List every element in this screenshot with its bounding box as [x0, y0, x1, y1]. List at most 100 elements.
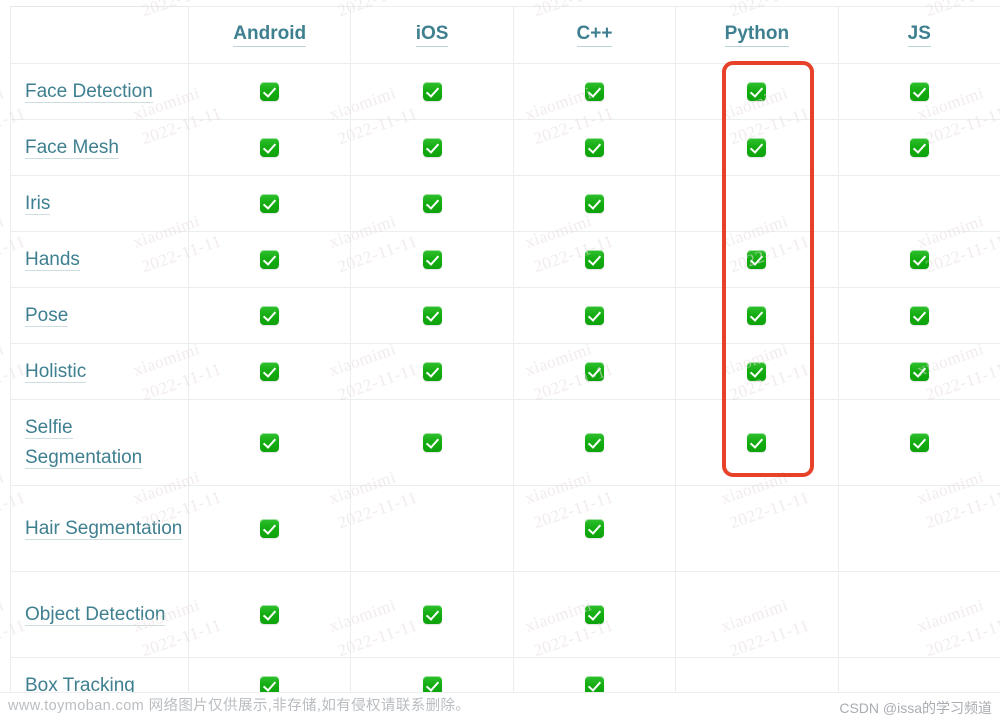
- support-cell-ios: [350, 287, 514, 344]
- table-row: Selfie Segmentation: [10, 399, 1000, 486]
- check-mark-icon: [584, 194, 604, 213]
- row-label-cell[interactable]: Selfie Segmentation: [10, 399, 189, 486]
- row-label-link[interactable]: Pose: [25, 304, 69, 327]
- header-cell-python[interactable]: Python: [675, 6, 839, 64]
- row-label-link[interactable]: Hair Segmentation: [25, 517, 183, 540]
- row-label-cell[interactable]: Hair Segmentation: [10, 485, 189, 572]
- support-cell-cpp: [512, 287, 677, 344]
- support-cell-js: [837, 343, 1000, 400]
- check-mark-icon: [260, 250, 280, 269]
- check-mark-icon: [260, 194, 280, 213]
- check-mark-icon: [747, 250, 767, 269]
- header-label-cpp: C++: [576, 23, 613, 47]
- check-mark-icon: [584, 605, 604, 624]
- row-label-cell[interactable]: Object Detection: [10, 571, 189, 658]
- support-cell-ios: [350, 231, 514, 288]
- table-row: Face Mesh: [10, 119, 1000, 176]
- check-mark-icon: [422, 250, 442, 269]
- header-cell-blank: [10, 6, 189, 64]
- check-mark-icon: [260, 433, 280, 452]
- row-label-cell[interactable]: Pose: [10, 287, 189, 344]
- row-label-link[interactable]: Face Mesh: [25, 136, 119, 159]
- row-label-link[interactable]: Object Detection: [25, 603, 166, 626]
- support-cell-js: [837, 231, 1000, 288]
- check-mark-icon: [747, 433, 767, 452]
- table-row: Pose: [10, 287, 1000, 344]
- row-label-cell[interactable]: Face Mesh: [10, 119, 189, 176]
- header-label-python: Python: [724, 23, 790, 47]
- header-label-ios: iOS: [415, 23, 449, 47]
- check-mark-icon: [584, 138, 604, 157]
- table-body: Face Detection Face Mesh Iris Hands Pose Holi…: [10, 63, 1000, 714]
- support-cell-cpp: [512, 399, 677, 486]
- support-cell-python: [675, 287, 839, 344]
- check-mark-icon: [584, 306, 604, 325]
- support-cell-ios: [350, 119, 514, 176]
- support-cell-android: [187, 287, 352, 344]
- support-cell-js: [837, 175, 1000, 232]
- check-mark-icon: [422, 138, 442, 157]
- support-cell-ios: [350, 571, 514, 658]
- check-mark-icon: [584, 362, 604, 381]
- support-cell-python: [675, 63, 839, 120]
- check-mark-icon: [909, 433, 929, 452]
- check-mark-icon: [909, 82, 929, 101]
- row-label-cell[interactable]: Face Detection: [10, 63, 189, 120]
- support-cell-python: [675, 399, 839, 486]
- table-row: Face Detection: [10, 63, 1000, 120]
- check-mark-icon: [422, 362, 442, 381]
- header-cell-android[interactable]: Android: [187, 6, 352, 64]
- support-cell-js: [837, 287, 1000, 344]
- support-cell-android: [187, 231, 352, 288]
- check-mark-icon: [422, 306, 442, 325]
- row-label-cell[interactable]: Hands: [10, 231, 189, 288]
- check-mark-icon: [260, 605, 280, 624]
- header-label-android: Android: [233, 23, 307, 47]
- table-header: Android iOS C++ Python JS: [10, 6, 1000, 64]
- check-mark-icon: [260, 519, 280, 538]
- row-label-link[interactable]: Hands: [25, 248, 80, 271]
- header-row: Android iOS C++ Python JS: [10, 6, 1000, 64]
- support-cell-android: [187, 399, 352, 486]
- header-cell-ios[interactable]: iOS: [350, 6, 514, 64]
- check-mark-icon: [909, 306, 929, 325]
- support-cell-js: [837, 119, 1000, 176]
- table-row: Holistic: [10, 343, 1000, 400]
- support-cell-js: [837, 485, 1000, 572]
- support-cell-ios: [350, 63, 514, 120]
- support-cell-cpp: [512, 485, 677, 572]
- table-row: Iris: [10, 175, 1000, 232]
- support-cell-android: [187, 119, 352, 176]
- support-cell-cpp: [512, 63, 677, 120]
- support-cell-ios: [350, 485, 514, 572]
- support-cell-cpp: [512, 175, 677, 232]
- check-mark-icon: [422, 605, 442, 624]
- row-label-cell[interactable]: Iris: [10, 175, 189, 232]
- row-label-cell[interactable]: Holistic: [10, 343, 189, 400]
- check-mark-icon: [422, 433, 442, 452]
- header-cell-js[interactable]: JS: [837, 6, 1000, 64]
- support-cell-js: [837, 399, 1000, 486]
- check-mark-icon: [747, 306, 767, 325]
- support-cell-ios: [350, 343, 514, 400]
- check-mark-icon: [422, 194, 442, 213]
- check-mark-icon: [909, 362, 929, 381]
- check-mark-icon: [909, 138, 929, 157]
- check-mark-icon: [747, 82, 767, 101]
- toymoban-disclaimer: www.toymoban.com 网络图片仅供展示,非存储,如有侵权请联系删除。: [8, 698, 471, 714]
- row-label-link[interactable]: Holistic: [25, 360, 87, 383]
- row-label-link[interactable]: Selfie Segmentation: [25, 416, 143, 469]
- support-cell-cpp: [512, 231, 677, 288]
- check-mark-icon: [747, 138, 767, 157]
- platform-support-table: Android iOS C++ Python JS Face Detection…: [10, 6, 1000, 714]
- support-cell-cpp: [512, 343, 677, 400]
- check-mark-icon: [747, 362, 767, 381]
- support-cell-ios: [350, 399, 514, 486]
- support-cell-android: [187, 175, 352, 232]
- row-label-link[interactable]: Iris: [25, 192, 51, 215]
- header-cell-cpp[interactable]: C++: [512, 6, 677, 64]
- row-label-link[interactable]: Face Detection: [25, 80, 153, 103]
- check-mark-icon: [584, 82, 604, 101]
- check-mark-icon: [422, 82, 442, 101]
- check-mark-icon: [260, 82, 280, 101]
